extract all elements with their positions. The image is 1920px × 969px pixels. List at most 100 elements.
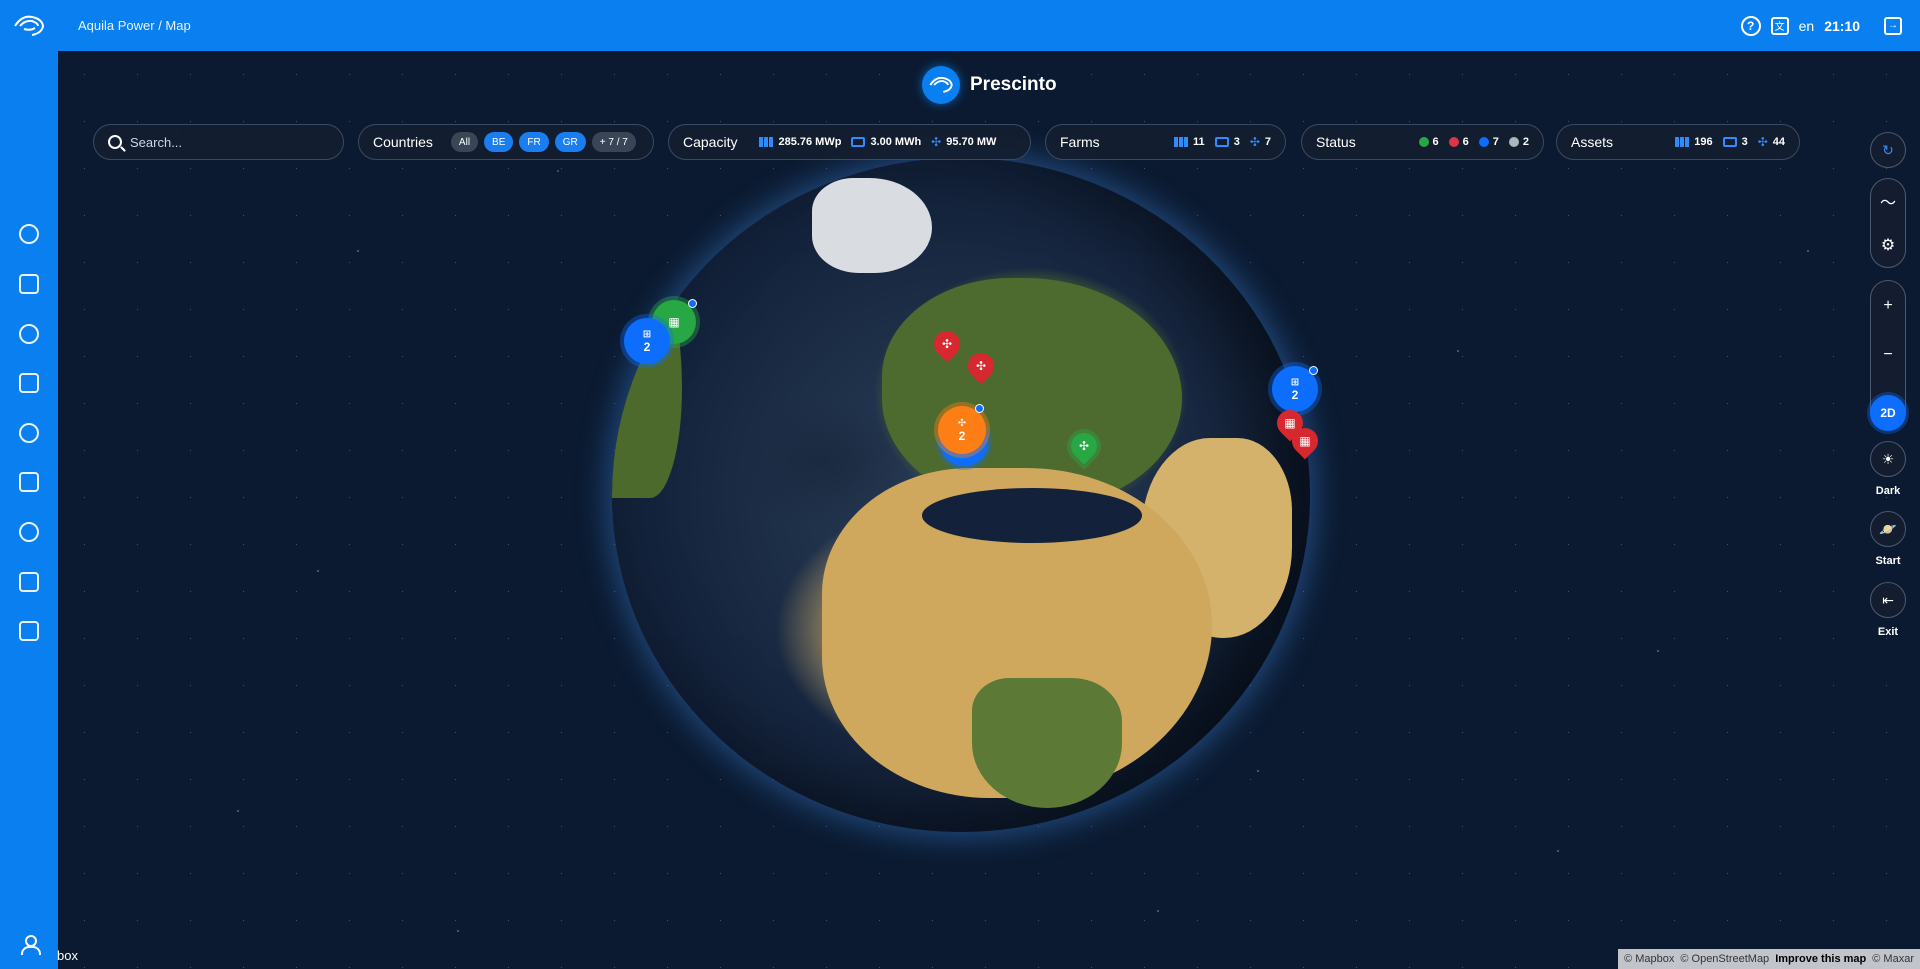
help-icon[interactable]: ? [1740,15,1761,36]
wind-turbine-icon: ✣ [975,359,987,373]
language-label[interactable]: en [1799,18,1815,34]
capacity-battery: 3.00 MWh [870,136,922,148]
sidebar-item-wind-icon[interactable] [19,224,39,244]
solar-panel-icon: ▦ [668,315,680,329]
status-critical-count: 6 [1462,136,1469,148]
sidebar-item-performance-icon[interactable] [19,572,39,592]
wind-farm-pin-france[interactable]: ✣ [962,347,1000,385]
status-unknown-icon [1508,137,1519,147]
farms-solar: 11 [1193,136,1205,148]
farms-filter[interactable]: Farms 11 3 ✣ 7 [1045,124,1286,160]
solar-panel-icon: ▦ [1299,434,1311,448]
country-chip-more[interactable]: + 7 / 7 [591,132,636,152]
cluster-marker-spain[interactable]: ✣ 2 [938,406,986,454]
activity-icon[interactable]: 〜 [1880,185,1896,217]
status-dot [1309,366,1318,375]
logout-icon[interactable]: → [1884,16,1902,35]
app-logo[interactable] [0,0,58,51]
exit-icon: ⇤ [1870,582,1906,618]
refresh-button[interactable]: ↻ [1870,132,1906,168]
mapbox-attribution[interactable]: © Mapbox [1624,953,1674,965]
sidebar-item-download-icon[interactable] [19,324,39,344]
cluster-count: 2 [1291,387,1299,402]
country-chip-be[interactable]: BE [484,132,514,152]
capacity-filter[interactable]: Capacity 285.76 MWp 3.00 MWh ✣ 95.70 MW [668,124,1031,160]
cluster-marker-us[interactable]: ⊞ 2 [624,318,670,364]
solar-panel-icon [1675,137,1690,147]
farms-wind: 7 [1264,136,1271,148]
breadcrumb: Aquila Power / Map [78,18,191,33]
theme-toggle[interactable]: ☀ Dark [1870,441,1906,497]
wind-turbine-icon: ✣ [941,337,953,351]
wind-turbine-icon: ✣ [1078,439,1090,453]
prescinto-logo-icon [922,66,960,104]
country-chip-fr[interactable]: FR [519,132,549,152]
wind-turbine-icon: ✣ [1757,135,1768,149]
theme-label: Dark [1875,485,1901,497]
status-info-icon [1478,137,1489,147]
status-unknown-count: 2 [1522,136,1529,148]
solar-panel-icon: ⊞ [1290,376,1300,388]
sidebar-item-monitor-icon[interactable] [19,373,39,393]
topbar-actions: ? 文 en 21:10 → [1740,0,1902,51]
wind-turbine-icon: ✣ [931,135,942,149]
zoom-in-button[interactable]: + [1883,290,1892,322]
status-dot [975,404,984,413]
map-attribution: © Mapbox © OpenStreetMap Improve this ma… [1618,949,1920,969]
country-chip-all[interactable]: All [450,132,479,152]
improve-map-link[interactable]: Improve this map [1775,953,1866,965]
sidebar-item-documents-icon[interactable] [19,621,39,641]
battery-icon [1214,137,1229,147]
mediterranean-sea [922,488,1142,543]
view-mode-label: 2D [1870,395,1906,431]
status-ok-count: 6 [1432,136,1439,148]
farms-label: Farms [1060,134,1100,150]
sidebar-item-alarms-icon[interactable] [19,522,39,542]
user-profile-icon[interactable] [20,935,41,955]
status-filter[interactable]: Status 6 6 7 2 [1301,124,1544,160]
view-mode-button[interactable]: 2D [1870,395,1906,431]
farms-battery: 3 [1233,136,1240,148]
wind-turbine-icon: ✣ [1249,135,1260,149]
wind-farm-pin-uk[interactable]: ✣ [928,325,966,363]
start-button[interactable]: 🪐 Start [1870,511,1906,567]
exit-label: Exit [1877,626,1899,638]
sidebar-item-analytics-icon[interactable] [19,423,39,443]
osm-attribution[interactable]: © OpenStreetMap [1680,953,1769,965]
countries-filter[interactable]: Countries All BE FR GR + 7 / 7 [358,124,654,160]
clock-time: 21:10 [1824,17,1860,34]
translate-icon[interactable]: 文 [1770,16,1789,35]
assets-wind: 44 [1772,136,1785,148]
assets-filter[interactable]: Assets 196 3 ✣ 44 [1556,124,1800,160]
settings-icon[interactable]: ⚙ [1881,229,1895,261]
zoom-out-button[interactable]: − [1883,339,1892,371]
sidebar-item-dashboard-icon[interactable] [19,274,39,294]
solar-panel-icon [759,137,774,147]
brand-header: Prescinto [922,66,1057,104]
planet-icon: 🪐 [1870,511,1906,547]
sidebar [0,51,58,969]
wind-farm-pin-greece[interactable]: ✣ [1065,427,1103,465]
cluster-count: 2 [643,339,651,354]
wind-turbine-icon: ✣ [957,417,967,429]
solar-farm-pin-east-2[interactable]: ▦ [1286,422,1324,460]
status-info-count: 7 [1492,136,1499,148]
maxar-attribution[interactable]: © Maxar [1872,953,1914,965]
status-label: Status [1316,134,1356,150]
sidebar-item-reports-icon[interactable] [19,472,39,492]
country-chip-gr[interactable]: GR [554,132,586,152]
top-bar: Aquila Power / Map ? 文 en 21:10 → [0,0,1920,51]
exit-button[interactable]: ⇤ Exit [1870,582,1906,638]
search-input[interactable]: Search... [93,124,344,160]
start-label: Start [1875,555,1901,567]
greenland-landmass [812,178,932,273]
assets-solar: 196 [1694,136,1713,148]
earth-globe[interactable] [612,158,1310,832]
assets-battery: 3 [1741,136,1748,148]
status-dot [688,299,697,308]
central-africa-landmass [972,678,1122,808]
layer-controls: 〜 ⚙ [1870,178,1906,268]
solar-panel-icon: ⊞ [642,328,652,340]
battery-icon [1722,137,1737,147]
capacity-wind: 95.70 MW [946,136,997,148]
